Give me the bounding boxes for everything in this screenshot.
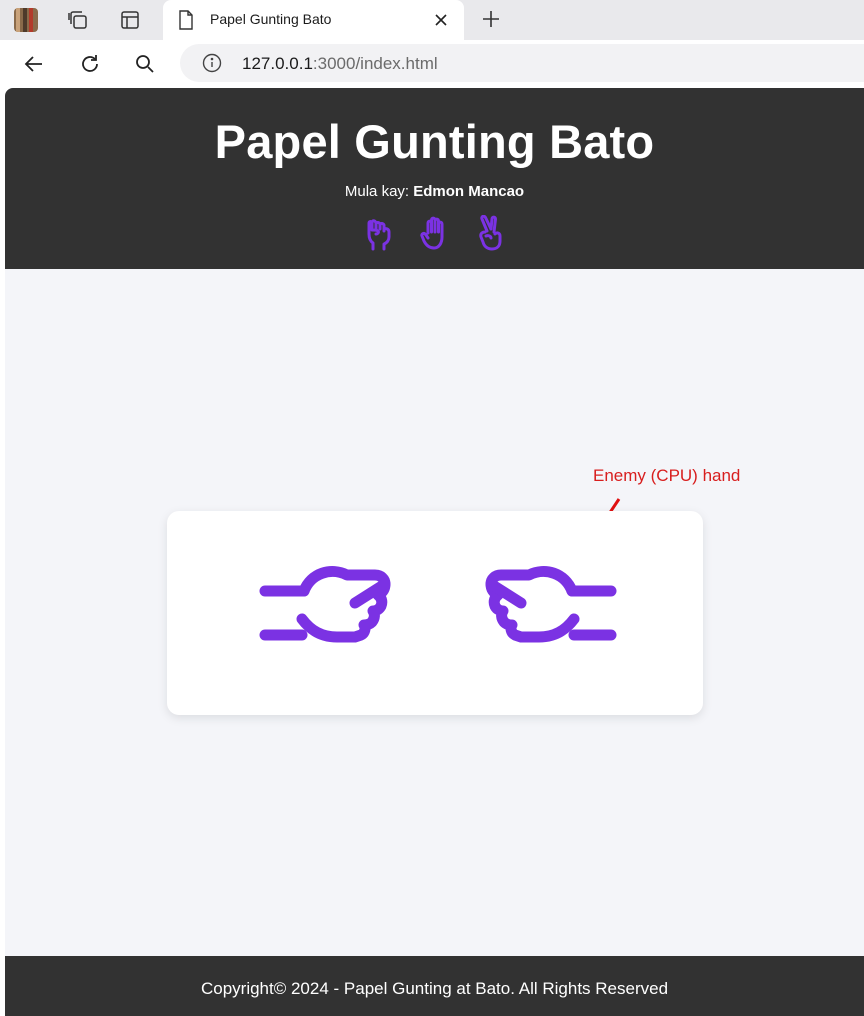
collections-icon[interactable]: [66, 8, 90, 32]
new-tab-icon[interactable]: [480, 8, 502, 30]
author-byline: Mula kay: Edmon Mancao: [5, 183, 864, 200]
close-icon[interactable]: [433, 12, 449, 28]
copyright-text: Copyright© 2024 - Papel Gunting at Bato.…: [200, 979, 669, 998]
page-viewport: Papel Gunting Bato Mula kay: Edmon Manca…: [5, 88, 864, 1016]
url-path: :3000/index.html: [312, 54, 438, 73]
tab-active[interactable]: Papel Gunting Bato: [163, 0, 464, 40]
browser-tab-strip: Papel Gunting Bato: [0, 0, 864, 40]
browser-toolbar: 127.0.0.1:3000/index.html: [0, 40, 864, 88]
cpu-hand-rock-icon: [485, 566, 617, 643]
profile-avatar[interactable]: [14, 8, 38, 32]
site-footer: Copyright© 2024 - Papel Gunting at Bato.…: [5, 956, 864, 1016]
hand-scissors-icon: [479, 215, 502, 251]
back-arrow-icon[interactable]: [22, 52, 46, 76]
author-name: Edmon Mancao: [413, 183, 525, 200]
player-hand-rock-icon: [259, 566, 391, 643]
document-icon: [179, 10, 193, 30]
page-title: Papel Gunting Bato: [214, 115, 655, 168]
hand-paper-icon: [420, 216, 444, 250]
enemy-hand-annotation: Enemy (CPU) hand: [593, 466, 741, 485]
url-text[interactable]: 127.0.0.1:3000/index.html: [242, 54, 438, 74]
header-icon-row: [5, 215, 864, 251]
hand-rock-icon: [367, 219, 391, 251]
address-bar[interactable]: 127.0.0.1:3000/index.html: [180, 44, 864, 82]
site-header: Papel Gunting Bato Mula kay: Edmon Manca…: [5, 88, 864, 269]
byline-prefix: Mula kay:: [344, 183, 414, 200]
url-host: 127.0.0.1: [242, 54, 313, 73]
vertical-tabs-icon[interactable]: [118, 8, 142, 32]
info-icon[interactable]: [202, 53, 222, 73]
tab-title: Papel Gunting Bato: [210, 11, 332, 27]
game-arena: [167, 511, 703, 715]
reload-icon[interactable]: [78, 52, 102, 76]
search-icon[interactable]: [133, 52, 157, 76]
